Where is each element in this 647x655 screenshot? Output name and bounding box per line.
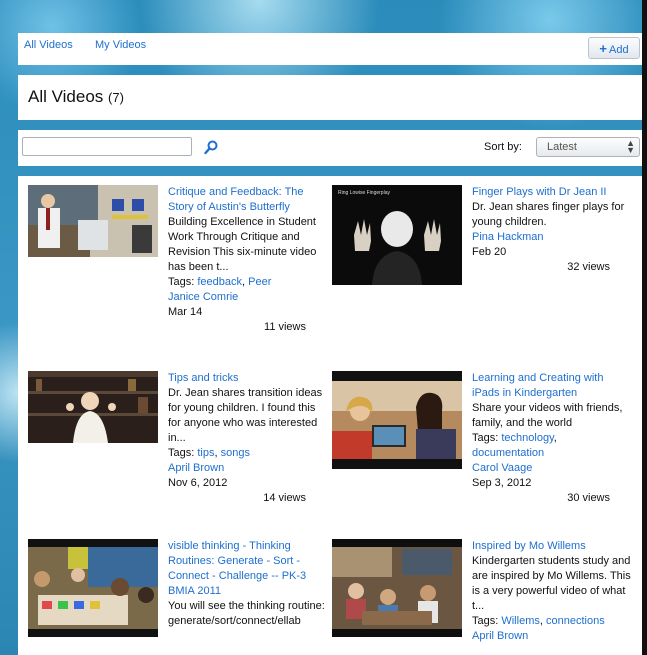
video-info: Finger Plays with Dr Jean II Dr. Jean sh…: [472, 185, 632, 275]
video-description: Building Excellence in Student Work Thro…: [168, 216, 317, 273]
video-author-link[interactable]: Janice Comrie: [168, 290, 328, 305]
video-title-link[interactable]: visible thinking - Thinking Routines: Ge…: [168, 540, 306, 597]
video-description: Share your videos with friends, family, …: [472, 402, 623, 429]
thumb-caption: Ring Lowise Fingerplay: [338, 190, 390, 196]
video-views: 11 views: [264, 321, 306, 333]
video-info: visible thinking - Thinking Routines: Ge…: [168, 539, 328, 629]
video-info: Inspired by Mo Willems Kindergarten stud…: [472, 539, 632, 644]
add-label: Add: [609, 44, 629, 56]
video-author-link[interactable]: April Brown: [472, 629, 632, 644]
search-input[interactable]: [22, 137, 192, 156]
video-thumbnail[interactable]: [28, 539, 158, 637]
page-title: All Videos (7): [28, 87, 124, 107]
tags-label: Tags:: [168, 276, 195, 288]
video-author-link[interactable]: April Brown: [168, 461, 328, 476]
sort-value: Latest: [547, 141, 577, 153]
video-views: 30 views: [567, 492, 610, 504]
video-views: 32 views: [567, 261, 610, 273]
tag-link[interactable]: Willems: [501, 615, 540, 627]
video-info: Learning and Creating with iPads in Kind…: [472, 371, 632, 506]
tags-label: Tags:: [472, 432, 499, 444]
video-title-link[interactable]: Critique and Feedback: The Story of Aust…: [168, 186, 304, 213]
video-title-link[interactable]: Tips and tricks: [168, 372, 239, 384]
video-tags: Tags: feedback, Peer: [168, 276, 272, 288]
video-date: Feb 20: [472, 246, 507, 258]
video-thumbnail[interactable]: [28, 185, 158, 257]
page-title-text: All Videos: [28, 87, 104, 106]
video-author-link[interactable]: Carol Vaage: [472, 461, 632, 476]
video-count: (7): [108, 90, 124, 105]
video-thumbnail[interactable]: [332, 371, 462, 469]
sort-label: Sort by:: [484, 141, 522, 153]
tag-link[interactable]: documentation: [472, 447, 544, 459]
video-info: Tips and tricks Dr. Jean shares transiti…: [168, 371, 328, 506]
video-thumbnail[interactable]: Ring Lowise Fingerplay: [332, 185, 462, 285]
tag-link[interactable]: tips: [197, 447, 214, 459]
toolbar: Sort by: Latest ▲ ▼: [18, 130, 642, 166]
search-icon[interactable]: [204, 140, 219, 155]
video-date: Sep 3, 2012: [472, 477, 532, 489]
top-nav: All Videos My Videos + Add: [18, 33, 642, 65]
video-thumbnail[interactable]: [332, 539, 462, 637]
video-tags: Tags: tips, songs: [168, 447, 250, 459]
nav-my-videos-link[interactable]: My Videos: [95, 39, 146, 51]
tag-link[interactable]: technology: [501, 432, 553, 444]
tag-link[interactable]: connections: [546, 615, 605, 627]
add-video-button[interactable]: + Add: [588, 37, 640, 59]
tags-label: Tags:: [168, 447, 195, 459]
video-description: You will see the thinking routine: gener…: [168, 600, 325, 627]
sort-select[interactable]: Latest ▲ ▼: [536, 137, 640, 157]
video-description: Dr. Jean shares transition ideas for you…: [168, 387, 323, 444]
video-date: Mar 14: [168, 306, 203, 318]
video-tags: Tags: Willems, connections: [472, 615, 605, 627]
video-list: Critique and Feedback: The Story of Aust…: [18, 176, 642, 655]
title-bar: All Videos (7): [18, 75, 642, 120]
video-date: Nov 6, 2012: [168, 477, 228, 489]
select-arrows-icon: ▲ ▼: [626, 138, 635, 155]
tags-label: Tags:: [472, 615, 499, 627]
video-title-link[interactable]: Finger Plays with Dr Jean II: [472, 186, 607, 198]
video-description: Kindergarten students study and are insp…: [472, 555, 631, 612]
video-title-link[interactable]: Inspired by Mo Willems: [472, 540, 586, 552]
video-views: 14 views: [263, 492, 306, 504]
plus-icon: +: [599, 41, 607, 56]
nav-all-videos-link[interactable]: All Videos: [24, 39, 73, 51]
video-title-link[interactable]: Learning and Creating with iPads in Kind…: [472, 372, 603, 399]
window-edge: [642, 0, 647, 655]
video-tags: Tags: technology, documentation: [472, 432, 557, 459]
video-author-link[interactable]: Pina Hackman: [472, 230, 632, 245]
tag-link[interactable]: feedback: [197, 276, 242, 288]
video-description: Dr. Jean shares finger plays for young c…: [472, 201, 625, 228]
video-thumbnail[interactable]: [28, 371, 158, 443]
tag-link[interactable]: songs: [221, 447, 250, 459]
video-info: Critique and Feedback: The Story of Aust…: [168, 185, 328, 335]
tag-link[interactable]: Peer: [248, 276, 271, 288]
